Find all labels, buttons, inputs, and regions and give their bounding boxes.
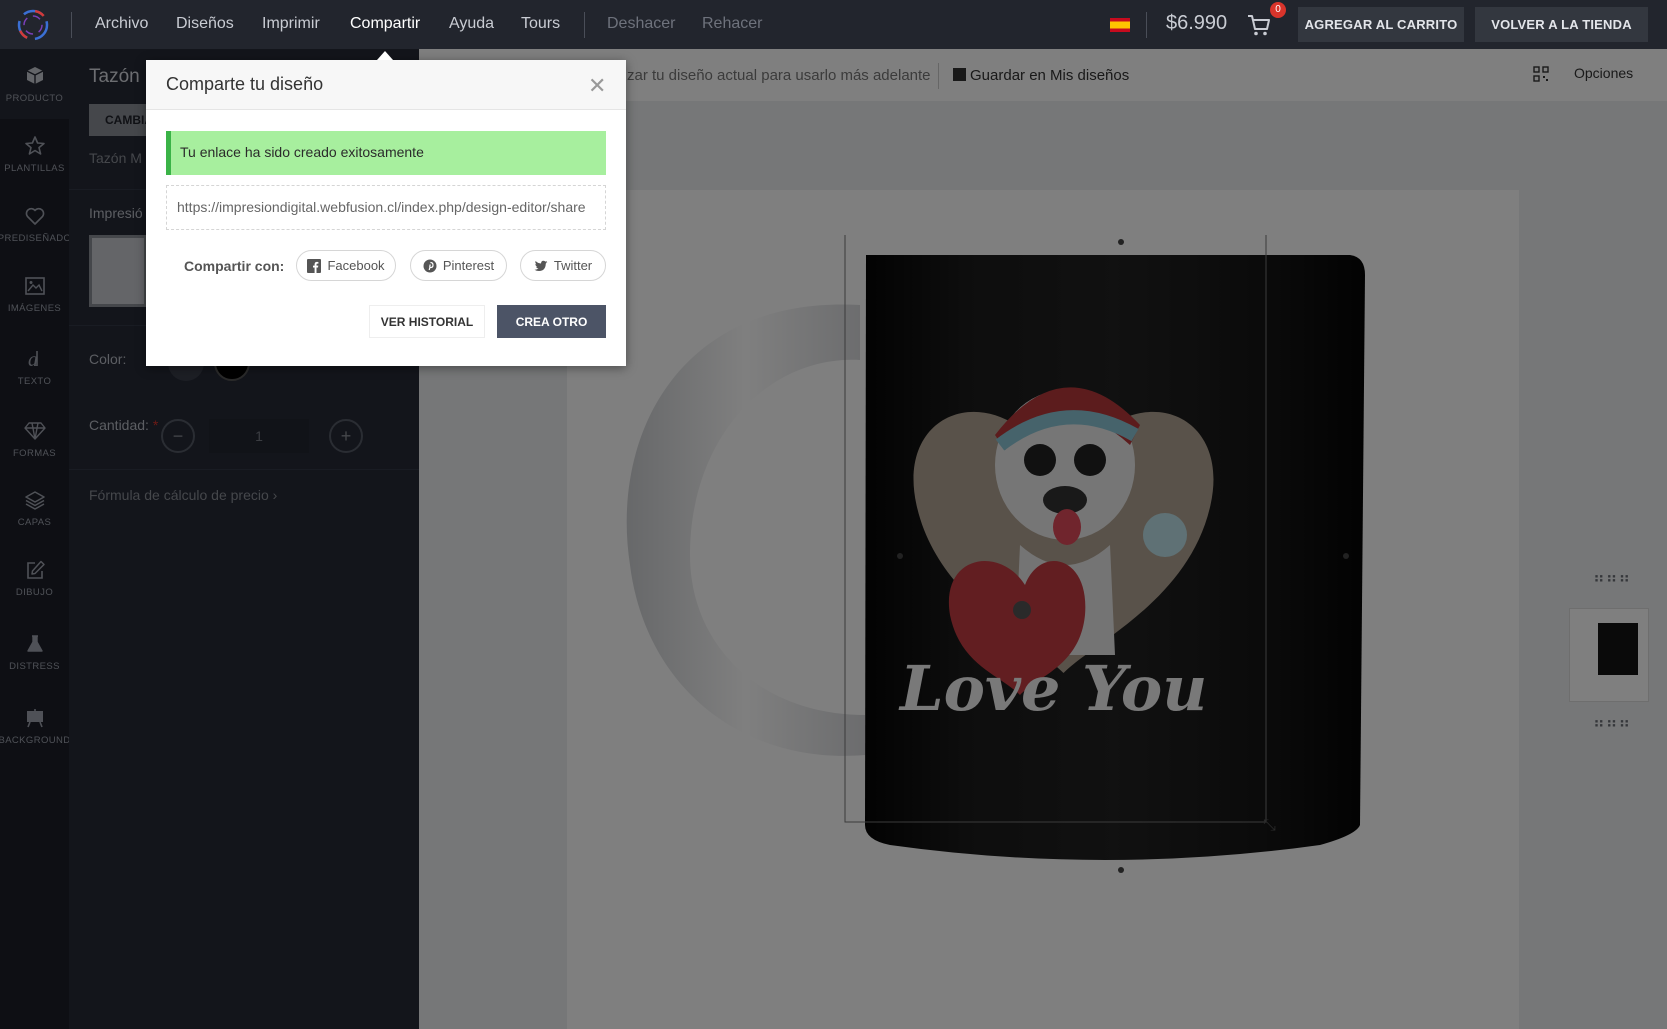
facebook-label: Facebook bbox=[327, 258, 385, 273]
app-logo-icon[interactable] bbox=[16, 8, 50, 42]
dialog-title: Comparte tu diseño bbox=[166, 74, 324, 94]
pinterest-share-button[interactable]: Pinterest bbox=[410, 250, 507, 281]
pinterest-label: Pinterest bbox=[442, 258, 495, 273]
share-dialog: Comparte tu diseño ✕ Tu enlace ha sido c… bbox=[146, 60, 626, 366]
facebook-icon bbox=[307, 258, 322, 273]
twitter-share-button[interactable]: Twitter bbox=[520, 250, 606, 281]
share-menu-caret bbox=[377, 51, 393, 60]
price-display: $6.990 bbox=[1166, 12, 1228, 34]
back-to-store-button[interactable]: VOLVER A LA TIENDA bbox=[1475, 7, 1648, 42]
cart-icon[interactable] bbox=[1246, 12, 1272, 38]
close-icon[interactable]: ✕ bbox=[588, 73, 606, 99]
language-flag-icon[interactable] bbox=[1110, 18, 1130, 32]
view-history-button[interactable]: VER HISTORIAL bbox=[369, 305, 485, 338]
add-to-cart-button[interactable]: AGREGAR AL CARRITO bbox=[1298, 7, 1464, 42]
menu-tours[interactable]: Tours bbox=[521, 15, 560, 33]
share-link-field[interactable]: https://impresiondigital.webfusion.cl/in… bbox=[166, 185, 606, 230]
cart-count-badge: 0 bbox=[1270, 2, 1286, 18]
facebook-share-button[interactable]: Facebook bbox=[296, 250, 396, 281]
success-alert: Tu enlace ha sido creado exitosamente bbox=[166, 131, 606, 175]
divider bbox=[1146, 12, 1147, 38]
top-bar: Archivo Diseños Imprimir Compartir Ayuda… bbox=[0, 0, 1667, 49]
twitter-icon bbox=[534, 260, 548, 271]
twitter-label: Twitter bbox=[553, 258, 593, 273]
divider bbox=[71, 12, 72, 38]
menu-disenos[interactable]: Diseños bbox=[176, 15, 234, 33]
pinterest-icon bbox=[423, 259, 437, 272]
divider bbox=[584, 12, 585, 38]
create-another-button[interactable]: CREA OTRO bbox=[497, 305, 606, 338]
share-with-label: Compartir con: bbox=[184, 258, 285, 274]
menu-deshacer[interactable]: Deshacer bbox=[607, 15, 675, 33]
menu-ayuda[interactable]: Ayuda bbox=[449, 15, 494, 33]
menu-rehacer[interactable]: Rehacer bbox=[702, 15, 762, 33]
menu-compartir[interactable]: Compartir bbox=[350, 15, 420, 33]
menu-imprimir[interactable]: Imprimir bbox=[262, 15, 320, 33]
menu-archivo[interactable]: Archivo bbox=[95, 15, 148, 33]
